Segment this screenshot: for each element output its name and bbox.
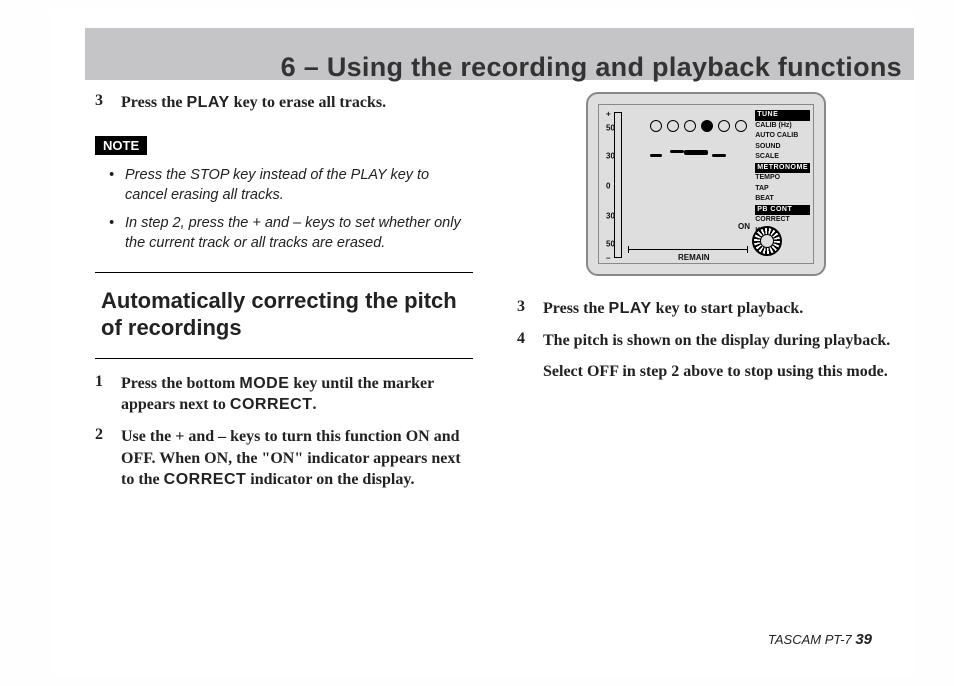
step-3-erase: 3 Press the PLAY key to erase all tracks… xyxy=(95,92,473,114)
sub-paragraph: Select OFF in step 2 above to stop using… xyxy=(543,361,895,383)
lcd-autocalib: AUTO CALIB xyxy=(755,131,810,142)
text: key to start playback. xyxy=(652,300,804,317)
chapter-header-band: 6 – Using the recording and playback fun… xyxy=(85,28,914,80)
step-body: Use the + and – keys to turn this functi… xyxy=(121,426,473,491)
lcd-correct: CORRECT xyxy=(755,215,810,226)
step-body: Press the PLAY key to erase all tracks. xyxy=(121,92,386,114)
lcd-jog-dial-icon xyxy=(752,226,782,256)
step-number: 3 xyxy=(517,298,531,320)
meter-0: 0 xyxy=(606,182,610,191)
step-number: 3 xyxy=(95,92,109,114)
text: key to erase all tracks. xyxy=(230,94,386,111)
correct-label: CORRECT xyxy=(230,396,313,413)
lcd-display-illustration: + 50 30 0 30 50 – xyxy=(586,92,826,276)
text: Press the bottom xyxy=(121,375,239,392)
step-3-play: 3 Press the PLAY key to start playback. xyxy=(517,298,895,320)
circle-icon xyxy=(718,120,730,132)
note-list: Press the STOP key instead of the PLAY k… xyxy=(95,165,473,254)
lcd-tempo: TEMPO xyxy=(755,173,810,184)
footer-model: TASCAM PT-7 xyxy=(768,632,855,647)
circle-filled-icon xyxy=(701,120,713,132)
step-body: The pitch is shown on the display during… xyxy=(543,330,890,352)
step-4-pitch: 4 The pitch is shown on the display duri… xyxy=(517,330,895,352)
circle-icon xyxy=(684,120,696,132)
play-key-label: PLAY xyxy=(608,300,651,317)
lcd-metronome-header: METRONOME xyxy=(755,163,810,174)
page-footer: TASCAM PT-7 39 xyxy=(768,631,872,648)
text: Press the xyxy=(121,94,186,111)
note-badge: NOTE xyxy=(95,136,147,155)
note-item: Press the STOP key instead of the PLAY k… xyxy=(109,165,473,206)
left-column: 3 Press the PLAY key to erase all tracks… xyxy=(95,92,473,501)
play-key-label: PLAY xyxy=(186,94,229,111)
lcd-wave-indicator xyxy=(650,146,736,160)
lcd-remain-label: REMAIN xyxy=(678,253,710,262)
lcd-on-indicator: ON xyxy=(738,222,750,231)
lcd-tap: TAP xyxy=(755,184,810,195)
right-column: + 50 30 0 30 50 – xyxy=(517,92,895,501)
text: Press the xyxy=(543,300,608,317)
lcd-calib: CALIB (Hz) xyxy=(755,121,810,132)
meter-minus: – xyxy=(606,254,610,263)
section-heading: Automatically correcting the pitch of re… xyxy=(101,287,473,342)
circle-icon xyxy=(667,120,679,132)
lcd-tune-header: TUNE xyxy=(755,110,810,121)
section-heading-box: Automatically correcting the pitch of re… xyxy=(95,272,473,359)
text: . xyxy=(313,396,317,413)
note-item: In step 2, press the + and – keys to set… xyxy=(109,213,473,254)
meter-bar xyxy=(614,112,622,258)
step-body: Press the bottom MODE key until the mark… xyxy=(121,373,473,416)
lcd-scale: SCALE xyxy=(755,152,810,163)
meter-plus: + xyxy=(606,110,611,119)
lcd-sound: SOUND xyxy=(755,142,810,153)
chapter-title: 6 – Using the recording and playback fun… xyxy=(281,52,902,83)
step-number: 1 xyxy=(95,373,109,416)
step-number: 4 xyxy=(517,330,531,352)
lcd-timeline xyxy=(628,249,748,250)
step-1-mode: 1 Press the bottom MODE key until the ma… xyxy=(95,373,473,416)
mode-key-label: MODE xyxy=(239,375,289,392)
correct-label: CORRECT xyxy=(164,471,247,488)
step-number: 2 xyxy=(95,426,109,491)
lcd-pbcont-header: PB CONT xyxy=(755,205,810,216)
step-body: Press the PLAY key to start playback. xyxy=(543,298,803,320)
circle-icon xyxy=(650,120,662,132)
footer-page-number: 39 xyxy=(855,631,872,648)
circle-icon xyxy=(735,120,747,132)
lcd-top-icons xyxy=(650,120,747,132)
text: indicator on the display. xyxy=(246,471,414,488)
step-2-toggle: 2 Use the + and – keys to turn this func… xyxy=(95,426,473,491)
lcd-beat: BEAT xyxy=(755,194,810,205)
